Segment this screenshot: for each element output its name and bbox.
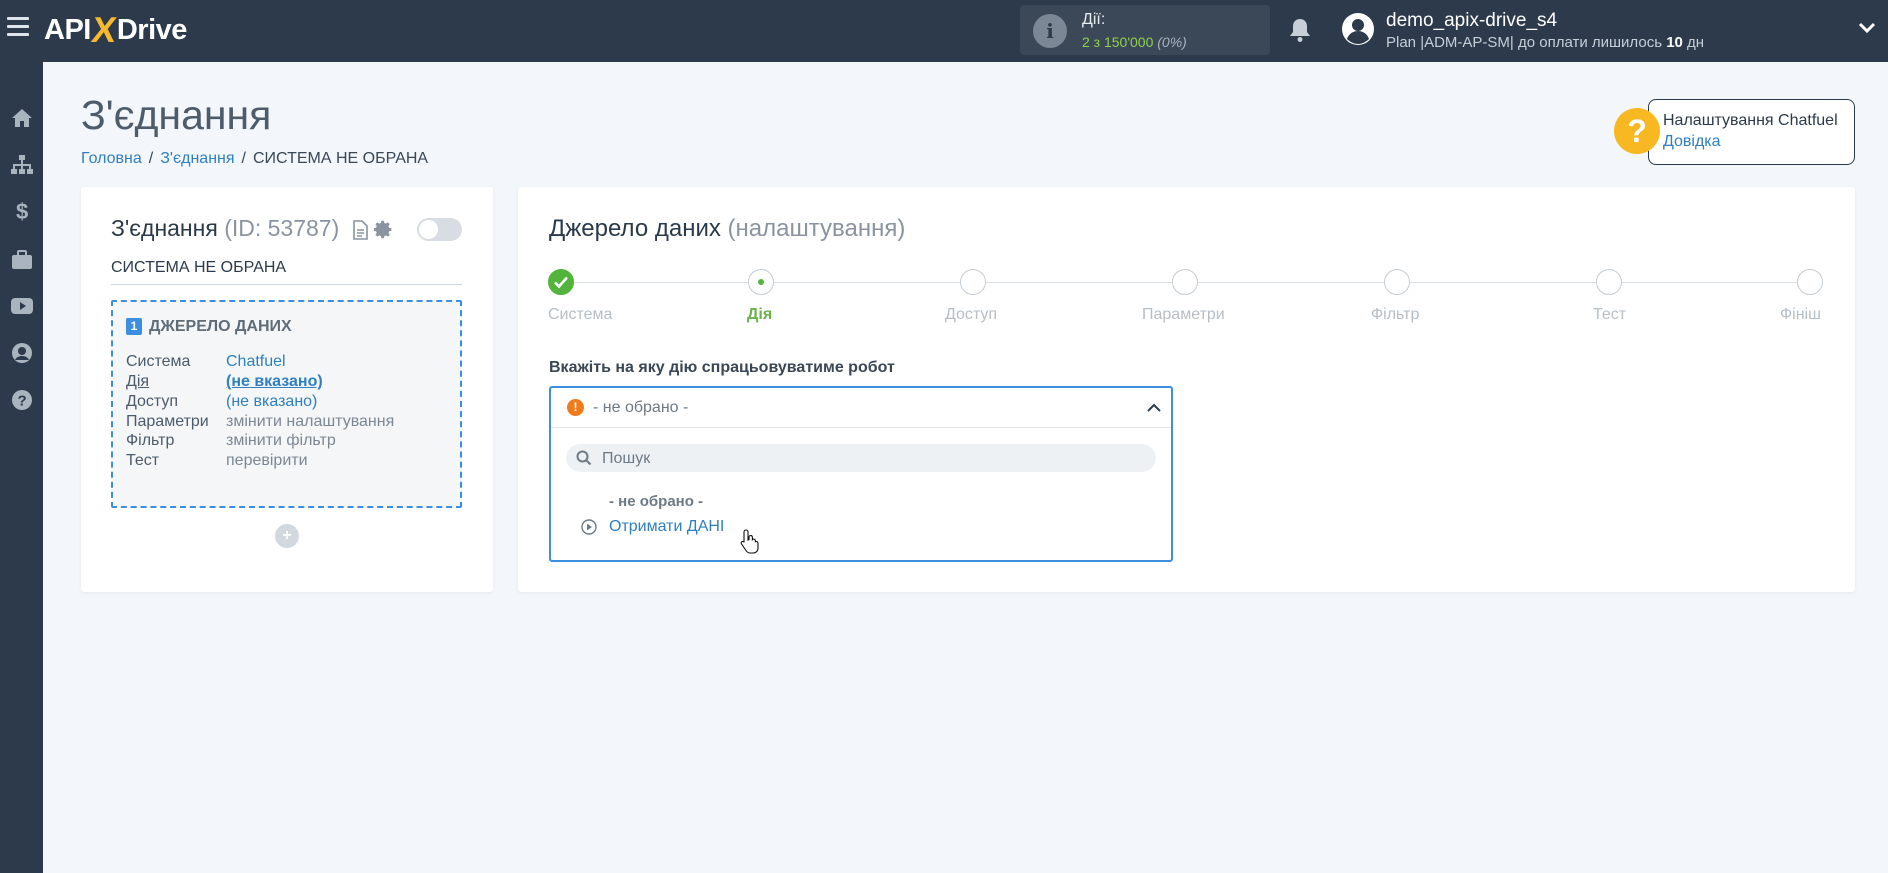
check-icon [548,269,574,295]
home-icon [12,109,32,127]
youtube-icon [11,298,33,314]
menu-icon[interactable] [7,17,29,37]
gear-icon[interactable] [373,219,394,240]
logo-drive-text: Drive [116,13,188,46]
hand-cursor-icon [740,529,759,554]
source-test-link[interactable]: перевірити [226,452,308,470]
briefcase-icon [12,250,32,269]
sidebar-item-home[interactable] [4,100,40,136]
chevron-down-icon[interactable] [1858,22,1876,34]
help-box: Налаштування Chatfuel Довідка [1648,99,1855,165]
sidebar-item-connections[interactable] [4,147,40,183]
actions-counter[interactable]: i Дії: 2 з 150'000 (0%) [1020,5,1270,55]
source-title: ДЖЕРЕЛО ДАНИХ [149,318,292,335]
logo-api-text: API [44,13,91,46]
source-filter-link[interactable]: змінити фільтр [226,432,336,450]
source-block[interactable]: 1 ДЖЕРЕЛО ДАНИХ Система Chatfuel Дія (не… [111,300,462,508]
sidebar-item-video[interactable] [4,288,40,324]
help-title: Налаштування Chatfuel [1663,112,1838,129]
username[interactable]: demo_apix-drive_s4 [1386,10,1557,32]
system-status: СИСТЕМА НЕ ОБРАНА [111,259,462,285]
bell-icon[interactable] [1288,17,1312,43]
sidebar-item-profile[interactable] [4,335,40,371]
plan-info: Plan |ADM-AP-SM| до оплати лишилось 10 д… [1386,34,1705,51]
source-action-link[interactable]: (не вказано) [226,373,323,391]
page-title: З'єднання [81,92,272,138]
avatar-icon[interactable] [1341,12,1375,46]
breadcrumb-connections[interactable]: З'єднання [160,150,234,167]
connection-card: З'єднання (ID: 53787) СИСТЕМА НЕ ОБРАНА … [81,187,493,592]
svg-text:$: $ [16,200,28,224]
action-field-label: Вкажіть на яку дію спрацьовуватиме робот [549,359,895,376]
svg-text:?: ? [18,393,27,410]
logo[interactable]: API X Drive [44,9,188,50]
help-link[interactable]: Довідка [1663,133,1721,151]
user-icon [12,343,32,363]
connection-toggle[interactable] [417,218,462,241]
source-access-link[interactable]: (не вказано) [226,393,317,411]
sidebar: $ ? [0,62,43,873]
action-selected-value: - не обрано - [593,399,689,416]
add-block-button[interactable]: + [275,524,299,548]
breadcrumb-home[interactable]: Головна [81,150,142,167]
info-icon: i [1033,14,1067,48]
chevron-up-icon [1147,403,1161,412]
dropdown-option-none[interactable]: - не обрано - [609,493,703,510]
dollar-icon: $ [16,200,28,224]
sitemap-icon [11,155,33,174]
actions-count: 2 з 150'000 (0%) [1082,34,1187,50]
source-params-link[interactable]: змінити налаштування [226,413,394,431]
action-dropdown-toggle[interactable]: ! - не обрано - [551,388,1171,428]
breadcrumb: Головна / З'єднання / СИСТЕМА НЕ ОБРАНА [81,150,429,167]
source-system-link[interactable]: Chatfuel [226,353,286,371]
logo-x-text: X [89,9,119,50]
sidebar-item-billing[interactable]: $ [4,194,40,230]
source-number-badge: 1 [126,318,142,335]
sidebar-item-services[interactable] [4,242,40,278]
connection-title: З'єднання (ID: 53787) [111,215,340,241]
settings-title: Джерело даних (налаштування) [549,215,906,242]
play-circle-icon [581,519,597,535]
source-settings-card: Джерело даних (налаштування) Система Дія… [518,187,1855,592]
help-icon: ? [12,390,32,410]
question-icon: ? [1614,108,1660,154]
warning-icon: ! [567,399,584,416]
action-dropdown[interactable]: ! - не обрано - Пошук - не обрано - Отри… [549,386,1173,562]
dropdown-search-input[interactable]: Пошук [566,444,1156,472]
search-icon [576,450,592,466]
actions-label: Дії: [1082,11,1106,28]
top-bar: API X Drive i Дії: 2 з 150'000 (0%) demo_a… [0,0,1888,62]
breadcrumb-current: СИСТЕМА НЕ ОБРАНА [253,150,429,167]
document-icon[interactable] [352,220,368,240]
sidebar-item-help[interactable]: ? [4,382,40,418]
